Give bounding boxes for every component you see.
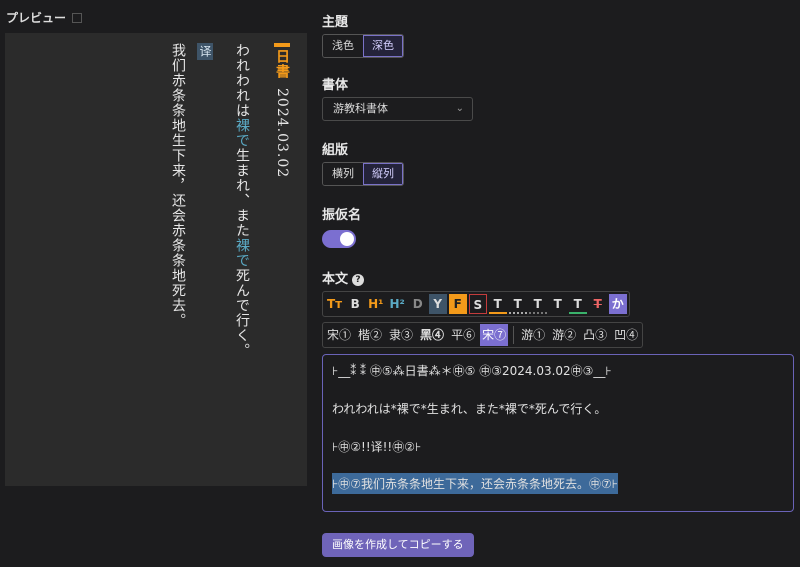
preview-panel: 日書 2024.03.02 われわれは裸で生まれ、また裸で死んで行く。 译 我们… <box>5 33 307 486</box>
theme-dark-option[interactable]: 深色 <box>363 35 403 57</box>
font-song7-button[interactable]: 宋⑦ <box>480 324 509 346</box>
layout-vertical-option[interactable]: 縦列 <box>363 163 403 185</box>
s-button[interactable]: S <box>468 294 487 314</box>
format-toolbar: Tт B H¹ H² D Y F S T T T T T T か <box>322 291 630 317</box>
font-ao-button[interactable]: 凹④ <box>612 324 640 346</box>
font-tu-button[interactable]: 凸③ <box>581 324 609 346</box>
jp-text-furigana-1: 裸で <box>234 118 250 148</box>
preview-title: プレビュー <box>6 11 67 25</box>
editor-line-1: ⊦__⁑ ⁑ ㊥⑤⁂日書⁂＊㊥⑤ ㊥③2024.03.02㊥③__⊦ <box>332 364 612 378</box>
theme-light-option[interactable]: 浅色 <box>323 35 363 57</box>
furigana-toggle[interactable] <box>322 230 356 248</box>
heading1-button[interactable]: H¹ <box>366 294 385 314</box>
font-select[interactable]: 游教科書体 ⌄ <box>322 97 473 121</box>
underline-orange-button[interactable]: T <box>488 294 507 314</box>
translate-tag: 译 <box>197 43 213 60</box>
font-ping-button[interactable]: 平⑥ <box>449 324 477 346</box>
furigana-button[interactable]: か <box>608 294 627 314</box>
font-yu1-button[interactable]: 游① <box>519 324 547 346</box>
help-icon[interactable]: ? <box>352 274 365 286</box>
jp-text-e: 死んで行く。 <box>234 268 250 358</box>
strikethrough-button[interactable]: T <box>589 294 607 314</box>
font-hei-button[interactable]: 黑④ <box>418 324 446 346</box>
chevron-down-icon: ⌄ <box>455 103 464 114</box>
jp-text-furigana-2: 裸で <box>234 238 250 268</box>
body-label-text: 本文 <box>322 272 349 287</box>
preview-column-translate-tag: 译 <box>197 43 213 60</box>
layout-label: 組版 <box>322 143 349 158</box>
diary-date: 2024.03.02 <box>274 88 290 179</box>
underline-wavy-button[interactable]: T <box>549 294 567 314</box>
text-size-button[interactable]: Tт <box>325 294 344 314</box>
preview-header: プレビュー <box>6 9 83 26</box>
underline-dotted-button[interactable]: T <box>508 294 527 314</box>
layout-horizontal-option[interactable]: 横列 <box>323 163 363 185</box>
theme-segment: 浅色 深色 <box>322 34 404 58</box>
editor-line-3: ⊦㊥②!!译!!㊥②⊦ <box>332 440 422 454</box>
theme-label: 主題 <box>322 15 349 30</box>
font-label: 書体 <box>322 78 349 93</box>
preview-column-japanese: われわれは裸で生まれ、また裸で死んで行く。 <box>234 43 250 358</box>
preview-column-chinese: 我们赤条条地生下来，还会赤条条地死去。 <box>170 43 186 328</box>
font-select-value: 游教科書体 <box>333 102 388 115</box>
toggle-knob <box>340 232 354 246</box>
font-song-button[interactable]: 宋① <box>325 324 353 346</box>
font-kai-button[interactable]: 楷② <box>356 324 384 346</box>
font-toolbar: 宋① 楷② 隶③ 黑④ 平⑥ 宋⑦ 游① 游② 凸③ 凹④ <box>322 322 644 348</box>
bold-button[interactable]: B <box>346 294 364 314</box>
preview-column-diary: 日書 2024.03.02 <box>274 43 290 179</box>
body-editor[interactable]: ⊦__⁑ ⁑ ㊥⑤⁂日書⁂＊㊥⑤ ㊥③2024.03.02㊥③__⊦ われわれは… <box>322 354 794 512</box>
expand-icon[interactable] <box>72 12 83 23</box>
font-yu2-button[interactable]: 游② <box>550 324 578 346</box>
diary-tag: 日書 <box>274 43 290 79</box>
body-label: 本文? <box>322 268 365 287</box>
app-root: プレビュー 日書 2024.03.02 われわれは裸で生まれ、また裸で死んで行く… <box>0 0 800 567</box>
underline-green-button[interactable]: T <box>568 294 587 314</box>
jp-text-a: われわれは <box>234 43 250 118</box>
y-button[interactable]: Y <box>428 294 447 314</box>
create-image-button[interactable]: 画像を作成してコピーする <box>322 533 474 557</box>
furigana-label: 振仮名 <box>322 208 362 223</box>
editor-line-2: われわれは*裸で*生まれ、また*裸で*死んで行く。 <box>332 402 607 416</box>
font-li-button[interactable]: 隶③ <box>387 324 415 346</box>
f-button[interactable]: F <box>448 294 467 314</box>
d-button[interactable]: D <box>409 294 427 314</box>
jp-text-c: 生まれ、また <box>234 148 250 238</box>
cn-text: 我们赤条条地生下来，还会赤条条地死去。 <box>170 43 186 328</box>
heading2-button[interactable]: H² <box>387 294 406 314</box>
toolbar-divider <box>513 326 515 344</box>
editor-line-4-selected: ⊦㊥⑦我们赤条条地生下来，还会赤条条地死去。㊥⑦⊦ <box>332 473 619 494</box>
layout-segment: 横列 縦列 <box>322 162 404 186</box>
underline-dot2-button[interactable]: T <box>528 294 547 314</box>
